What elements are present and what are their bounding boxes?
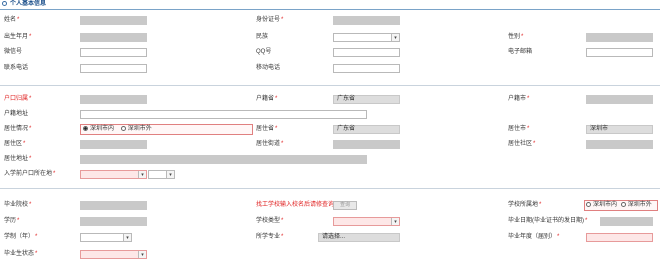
grad-date-input[interactable] — [600, 217, 653, 226]
major-field[interactable]: 请选择... — [318, 233, 400, 242]
grad-date-label: 毕业日期(毕业证书的发日期)* — [508, 218, 588, 224]
degree-label: 学历* — [4, 218, 20, 224]
hukou-province-label: 户籍省* — [256, 96, 278, 102]
chevron-down-icon: ▾ — [123, 234, 131, 241]
school-location-radio-group: 深圳市内 深圳市外 — [584, 200, 658, 211]
enroll-hukou-select-1[interactable]: ▾ — [80, 170, 147, 179]
hukou-city-field[interactable] — [586, 95, 653, 104]
live-street-label: 居住街道* — [256, 141, 284, 147]
collapse-icon[interactable] — [2, 1, 7, 6]
school-type-select[interactable]: ▾ — [333, 217, 400, 226]
duration-select[interactable]: ▾ — [80, 233, 132, 242]
hukou-input[interactable] — [80, 95, 147, 104]
school-location-label: 学校所属地* — [508, 202, 542, 208]
enroll-hukou-select-2[interactable]: ▾ — [148, 170, 175, 179]
grad-status-label: 毕业生状态* — [4, 251, 38, 257]
hukou-address-input[interactable] — [80, 110, 367, 119]
email-input[interactable] — [586, 48, 653, 57]
divider — [0, 85, 660, 86]
gender-input[interactable] — [586, 33, 653, 42]
hukou-label: 户口归属* — [4, 96, 32, 102]
degree-input[interactable] — [80, 217, 147, 226]
live-street-field[interactable] — [333, 140, 400, 149]
live-province-label: 居住省* — [256, 126, 278, 132]
grad-year-label: 毕业年度（届别）* — [508, 234, 560, 240]
mobile-label: 移动电话 — [256, 65, 281, 71]
mobile-input[interactable] — [333, 64, 400, 73]
duration-label: 学制（年）* — [4, 234, 38, 240]
name-label: 姓名* — [4, 17, 20, 23]
birth-input[interactable] — [80, 33, 147, 42]
section-title: 个人基本信息 — [10, 1, 47, 7]
query-button[interactable]: 查询 — [333, 201, 357, 210]
chevron-down-icon: ▾ — [391, 218, 399, 225]
ethnicity-select[interactable]: ▾ — [333, 33, 400, 42]
major-label: 所学专业* — [256, 234, 284, 240]
chevron-down-icon: ▾ — [166, 171, 174, 178]
phone-input[interactable] — [80, 64, 147, 73]
school-hint: 找工学校输入校名后请修查询 — [256, 202, 335, 208]
school-type-label: 学校类型* — [256, 218, 284, 224]
loc-in-radio[interactable]: 深圳市内 — [586, 201, 617, 208]
enroll-hukou-label: 入学前户口所在地* — [4, 171, 56, 177]
hukou-city-label: 户籍市* — [508, 96, 530, 102]
wechat-input[interactable] — [80, 48, 147, 57]
qq-input[interactable] — [333, 48, 400, 57]
id-number-input[interactable] — [333, 16, 400, 25]
live-district-label: 居住区* — [4, 141, 26, 147]
qq-label: QQ号 — [256, 49, 272, 55]
divider — [0, 188, 660, 189]
hukou-province-field: 广东省 — [333, 95, 400, 104]
chevron-down-icon: ▾ — [391, 34, 399, 41]
loc-out-radio[interactable]: 深圳市外 — [620, 201, 652, 208]
live-community-label: 居住社区* — [508, 141, 536, 147]
live-status-radio-group: 深圳市内 深圳市外 — [80, 124, 253, 135]
school-input[interactable] — [80, 201, 147, 210]
live-community-field[interactable] — [586, 140, 653, 149]
gender-label: 性别* — [508, 34, 524, 40]
live-district-field[interactable] — [80, 140, 147, 149]
chevron-down-icon: ▾ — [138, 251, 146, 258]
phone-label: 联系电话 — [4, 65, 29, 71]
live-in-radio[interactable]: 深圳市内 — [83, 125, 114, 132]
wechat-label: 微信号 — [4, 49, 23, 55]
section-header: 个人基本信息 — [0, 0, 660, 10]
live-province-field: 广东省 — [333, 125, 400, 134]
live-city-field: 深圳市 — [586, 125, 653, 134]
live-address-input[interactable] — [80, 155, 367, 164]
hukou-address-label: 户籍地址 — [4, 111, 29, 117]
name-input[interactable] — [80, 16, 147, 25]
school-label: 毕业院校* — [4, 202, 32, 208]
live-address-label: 居住地址* — [4, 156, 32, 162]
email-label: 电子邮箱 — [508, 49, 533, 55]
id-number-label: 身份证号* — [256, 17, 284, 23]
grad-status-select[interactable]: ▾ — [80, 250, 147, 259]
ethnicity-label: 民族 — [256, 34, 269, 40]
grad-year-input[interactable] — [586, 233, 653, 242]
chevron-down-icon: ▾ — [138, 171, 146, 178]
birth-label: 出生年月* — [4, 34, 32, 40]
live-city-label: 居住市* — [508, 126, 530, 132]
live-out-radio[interactable]: 深圳市外 — [120, 125, 152, 132]
live-status-label: 居住情况* — [4, 126, 32, 132]
